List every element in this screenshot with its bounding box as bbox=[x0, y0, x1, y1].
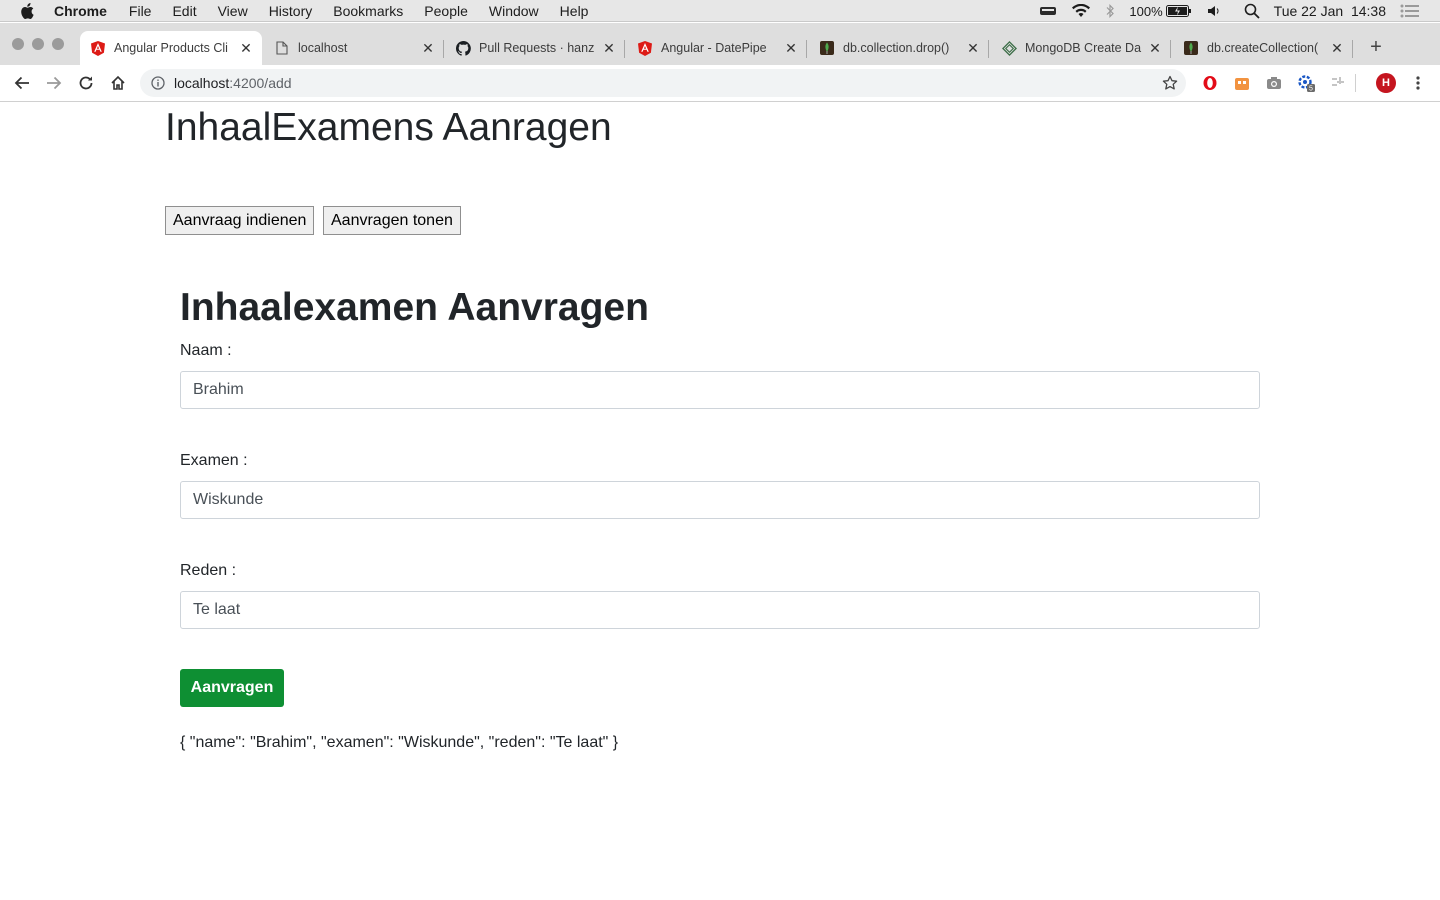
gear-extension-icon[interactable]: 5 bbox=[1297, 74, 1315, 92]
submit-request-button[interactable]: Aanvragen bbox=[180, 669, 284, 707]
tab-title: db.createCollection( bbox=[1207, 41, 1319, 55]
tab-title: db.collection.drop() bbox=[843, 41, 950, 55]
tab-separator bbox=[988, 40, 989, 58]
menu-history[interactable]: History bbox=[269, 3, 313, 19]
form-title: Inhaalexamen Aanvragen bbox=[180, 286, 649, 329]
url-host: localhost bbox=[174, 75, 230, 91]
camera-extension-icon[interactable] bbox=[1265, 74, 1283, 92]
menu-help[interactable]: Help bbox=[560, 3, 589, 19]
tab-separator bbox=[624, 40, 625, 58]
angular-icon bbox=[90, 40, 106, 56]
url-path: :4200/add bbox=[229, 75, 292, 91]
show-requests-nav-button[interactable]: Aanvragen tonen bbox=[323, 206, 461, 235]
browser-toolbar: localhost:4200/add 5 H bbox=[0, 65, 1440, 102]
tab-close-icon[interactable]: ✕ bbox=[420, 40, 436, 56]
tab-separator bbox=[1352, 40, 1353, 58]
tab-db-create-collection[interactable]: db.createCollection( ✕ bbox=[1173, 31, 1353, 65]
back-arrow-icon[interactable] bbox=[12, 73, 32, 93]
tab-close-icon[interactable]: ✕ bbox=[965, 40, 981, 56]
battery-icon[interactable] bbox=[1165, 5, 1192, 17]
tab-title: Angular - DatePipe bbox=[661, 41, 767, 55]
drive-icon[interactable] bbox=[1039, 5, 1057, 17]
menu-view[interactable]: View bbox=[218, 3, 248, 19]
exam-input[interactable] bbox=[180, 481, 1260, 519]
tab-close-icon[interactable]: ✕ bbox=[1329, 40, 1345, 56]
close-window-button[interactable] bbox=[12, 38, 24, 50]
tab-close-icon[interactable]: ✕ bbox=[783, 40, 799, 56]
name-label: Naam : bbox=[180, 342, 232, 359]
tab-title: MongoDB Create Da bbox=[1025, 41, 1142, 55]
honey-extension-icon[interactable] bbox=[1233, 74, 1251, 92]
tab-localhost[interactable]: localhost ✕ bbox=[264, 31, 444, 65]
address-bar[interactable]: localhost:4200/add bbox=[140, 69, 1186, 97]
page-icon bbox=[274, 40, 290, 56]
menu-window[interactable]: Window bbox=[489, 3, 539, 19]
tab-mongodb-create[interactable]: MongoDB Create Da ✕ bbox=[991, 31, 1171, 65]
bookmark-star-icon[interactable] bbox=[1162, 75, 1178, 91]
tab-close-icon[interactable]: ✕ bbox=[1147, 40, 1163, 56]
menubar-status-area: 100% Tue 22 Jan 14:38 bbox=[1039, 0, 1440, 22]
tab-separator bbox=[443, 40, 444, 58]
window-controls bbox=[12, 38, 72, 50]
angular-icon bbox=[637, 40, 653, 56]
app-title: InhaalExamens Aanragen bbox=[165, 106, 612, 149]
menu-edit[interactable]: Edit bbox=[172, 3, 196, 19]
reason-label: Reden : bbox=[180, 562, 237, 579]
toolbar-divider bbox=[1355, 74, 1356, 92]
minimize-window-button[interactable] bbox=[32, 38, 44, 50]
bluetooth-icon[interactable] bbox=[1105, 4, 1115, 18]
tab-separator bbox=[806, 40, 807, 58]
submit-request-nav-button[interactable]: Aanvraag indienen bbox=[165, 206, 315, 235]
extension-badge-count: 5 bbox=[1309, 86, 1313, 93]
tab-title: localhost bbox=[298, 41, 348, 55]
tab-close-icon[interactable]: ✕ bbox=[601, 40, 617, 56]
home-icon[interactable] bbox=[108, 73, 128, 93]
tab-title: Pull Requests · hanz bbox=[479, 41, 595, 55]
apple-icon[interactable] bbox=[20, 2, 36, 19]
github-icon bbox=[455, 40, 471, 56]
notification-center-icon[interactable] bbox=[1400, 4, 1420, 18]
spotlight-search-icon[interactable] bbox=[1244, 3, 1260, 19]
exam-label: Examen : bbox=[180, 452, 248, 469]
forward-arrow-icon[interactable] bbox=[44, 73, 64, 93]
tab-angular-products[interactable]: Angular Products Cli ✕ bbox=[80, 31, 262, 65]
zoom-window-button[interactable] bbox=[52, 38, 64, 50]
clock-datetime[interactable]: Tue 22 Jan 14:38 bbox=[1274, 3, 1386, 19]
volume-icon[interactable] bbox=[1206, 4, 1222, 18]
profile-initial: H bbox=[1382, 77, 1390, 89]
chrome-menu-kebab-icon[interactable] bbox=[1409, 74, 1427, 92]
reload-icon[interactable] bbox=[76, 73, 96, 93]
menu-file[interactable]: File bbox=[129, 3, 152, 19]
macos-menu-bar: Chrome File Edit View History Bookmarks … bbox=[0, 0, 1440, 22]
diamond-icon bbox=[1001, 40, 1017, 56]
battery-percent: 100% bbox=[1129, 3, 1163, 19]
opera-extension-icon[interactable] bbox=[1201, 74, 1219, 92]
menu-chrome[interactable]: Chrome bbox=[54, 3, 107, 19]
translate-extension-icon[interactable] bbox=[1329, 74, 1347, 92]
form-json-output: { "name": "Brahim", "examen": "Wiskunde"… bbox=[180, 734, 619, 751]
tab-pull-requests[interactable]: Pull Requests · hanz ✕ bbox=[445, 31, 625, 65]
browser-tab-strip: Angular Products Cli ✕ localhost ✕ Pull … bbox=[0, 23, 1440, 65]
tab-angular-datepipe[interactable]: Angular - DatePipe ✕ bbox=[627, 31, 807, 65]
reason-input[interactable] bbox=[180, 591, 1260, 629]
menu-bookmarks[interactable]: Bookmarks bbox=[333, 3, 403, 19]
tab-db-collection-drop[interactable]: db.collection.drop() ✕ bbox=[809, 31, 989, 65]
page-viewport: InhaalExamens Aanragen Aanvraag indienen… bbox=[0, 102, 1440, 900]
profile-avatar[interactable]: H bbox=[1376, 73, 1396, 93]
tab-close-icon[interactable]: ✕ bbox=[238, 40, 254, 56]
tab-title: Angular Products Cli bbox=[114, 41, 228, 55]
mongodb-leaf-icon bbox=[1183, 40, 1199, 56]
new-tab-plus-icon[interactable]: + bbox=[1366, 37, 1386, 57]
tab-separator bbox=[1170, 40, 1171, 58]
menu-people[interactable]: People bbox=[424, 3, 468, 19]
name-input[interactable] bbox=[180, 371, 1260, 409]
mongodb-leaf-icon bbox=[819, 40, 835, 56]
wifi-icon[interactable] bbox=[1071, 4, 1091, 18]
url-text[interactable]: localhost:4200/add bbox=[174, 75, 292, 91]
info-icon[interactable] bbox=[151, 76, 165, 90]
